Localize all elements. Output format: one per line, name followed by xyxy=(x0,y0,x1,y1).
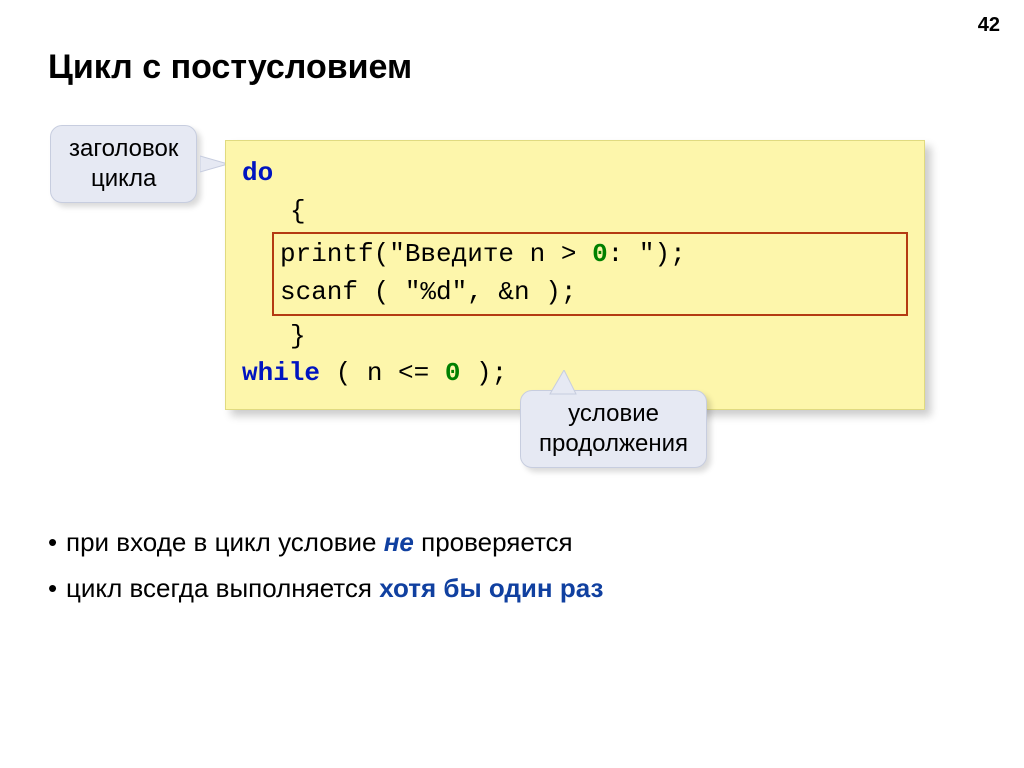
callout-condition-pointer-icon xyxy=(546,370,580,396)
bullet-2: •цикл всегда выполняется хотя бы один ра… xyxy=(48,566,603,610)
bullet-1: •при входе в цикл условие не проверяется xyxy=(48,520,603,564)
loop-body-box: printf("Введите n > 0: "); scanf ( "%d",… xyxy=(272,232,908,315)
code-line-4: scanf ( "%d", &n ); xyxy=(280,274,900,312)
code-l3-num: 0 xyxy=(592,239,608,269)
code-l6a: ( n <= xyxy=(320,358,445,388)
callout-header-text: заголовокцикла xyxy=(69,135,178,192)
keyword-do: do xyxy=(242,158,273,188)
callout-header: заголовокцикла xyxy=(50,125,197,203)
bullet-dot-icon: • xyxy=(48,566,66,610)
code-l3b: : "); xyxy=(608,239,686,269)
code-l3a: printf("Введите n > xyxy=(280,239,592,269)
code-line-5: } xyxy=(242,318,908,356)
bullet-1-texta: при входе в цикл условие xyxy=(66,527,384,557)
code-line-3: printf("Введите n > 0: "); xyxy=(280,236,900,274)
keyword-while: while xyxy=(242,358,320,388)
page-number: 42 xyxy=(978,14,1000,37)
bullet-dot-icon: • xyxy=(48,520,66,564)
slide-title: Цикл с постусловием xyxy=(48,48,412,87)
code-l6b: ); xyxy=(460,358,507,388)
bullet-1-textb: проверяется xyxy=(414,527,573,557)
code-line-2: { xyxy=(242,193,908,231)
callout-condition-text: условиепродолжения xyxy=(539,400,688,457)
bullet-2-em: хотя бы один раз xyxy=(379,573,603,603)
bullet-1-em: не xyxy=(384,527,414,557)
slide: 42 Цикл с постусловием заголовокцикла те… xyxy=(0,0,1024,768)
bullet-2-texta: цикл всегда выполняется xyxy=(66,573,379,603)
bullet-list: •при входе в цикл условие не проверяется… xyxy=(48,520,603,612)
callout-condition: условиепродолжения xyxy=(520,390,707,468)
code-l6-num: 0 xyxy=(445,358,461,388)
code-line-1: do xyxy=(242,155,908,193)
